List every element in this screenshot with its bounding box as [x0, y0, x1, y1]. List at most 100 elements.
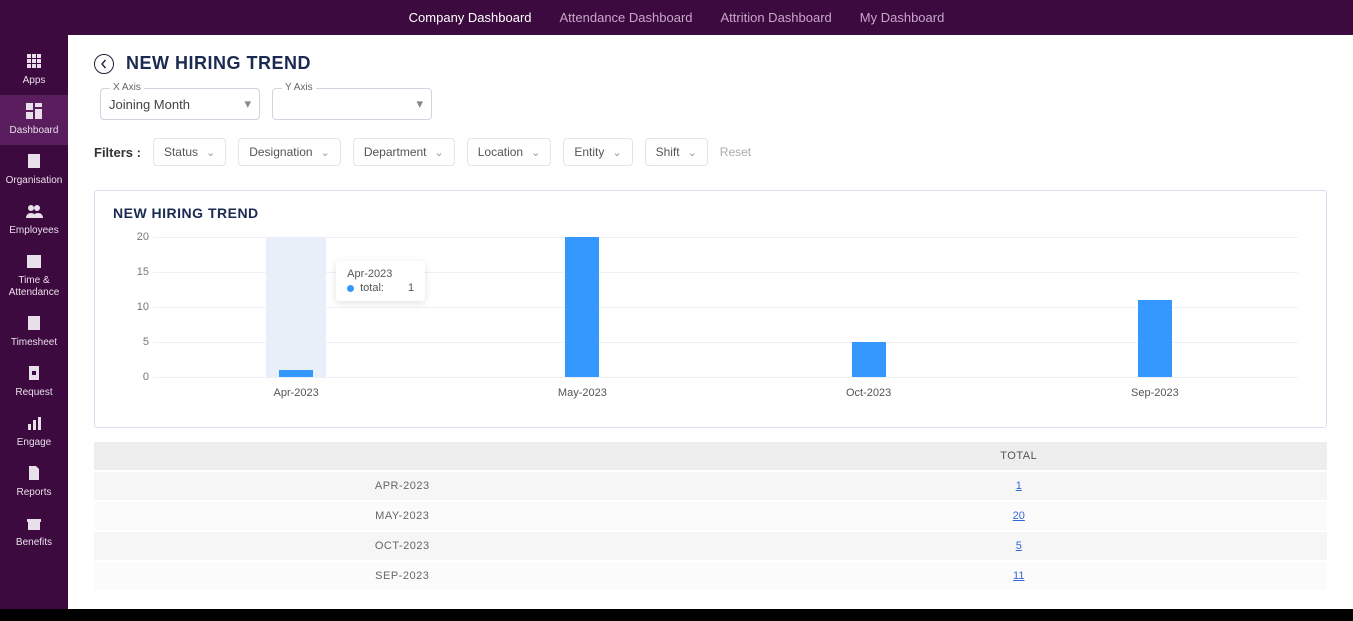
- main-content: NEW HIRING TREND X Axis Joining Month ▾ …: [68, 35, 1353, 609]
- page-header: NEW HIRING TREND: [94, 53, 1327, 74]
- data-table: TOTAL APR-2023 1 MAY-2023 20 OCT-2023 5 SEP-20…: [94, 440, 1327, 592]
- chart-tooltip: Apr-2023 total: 1: [336, 261, 425, 301]
- sidebar-item-label: Benefits: [16, 537, 52, 549]
- filter-entity[interactable]: Entity⌄: [563, 138, 632, 166]
- top-tab-attrition-dashboard[interactable]: Attrition Dashboard: [721, 10, 832, 25]
- doc-icon: [24, 363, 44, 383]
- sidebar-item-label: Reports: [16, 487, 51, 499]
- table-header-row: TOTAL: [94, 442, 1327, 470]
- people-icon: [24, 201, 44, 221]
- back-button[interactable]: [94, 54, 114, 74]
- chevron-left-icon: [99, 59, 109, 69]
- grid-icon: [24, 51, 44, 71]
- filter-label: Location: [478, 145, 523, 159]
- sidebar-item-label: Employees: [9, 225, 58, 237]
- chevron-down-icon: ⌄: [688, 146, 697, 159]
- bar[interactable]: [1138, 300, 1172, 377]
- y-axis-label: Y Axis: [282, 82, 316, 93]
- taskbar: [0, 609, 1353, 621]
- sidebar-item-request[interactable]: Request: [0, 357, 68, 407]
- bar[interactable]: [852, 342, 886, 377]
- filter-status[interactable]: Status⌄: [153, 138, 226, 166]
- table-row: SEP-2023 11: [94, 562, 1327, 590]
- table-cell-category: MAY-2023: [94, 502, 711, 530]
- table-cell-value: 20: [711, 502, 1328, 530]
- table-cell-category: OCT-2023: [94, 532, 711, 560]
- table-cell-value: 11: [711, 562, 1328, 590]
- filter-location[interactable]: Location⌄: [467, 138, 552, 166]
- filter-label: Designation: [249, 145, 312, 159]
- y-tick: 5: [125, 336, 149, 348]
- tooltip-title: Apr-2023: [347, 268, 414, 280]
- x-tick: Oct-2023: [846, 387, 891, 399]
- table-cell-value: 1: [711, 472, 1328, 500]
- page-title: NEW HIRING TREND: [126, 53, 311, 74]
- table-value-link[interactable]: 5: [1016, 540, 1022, 552]
- tooltip-value: 1: [408, 282, 414, 294]
- top-tabs: Company Dashboard Attendance Dashboard Att…: [409, 10, 945, 25]
- tooltip-series: total:: [360, 282, 384, 294]
- sidebar-item-label: Apps: [23, 75, 46, 87]
- chart: 05101520Apr-2023May-2023Oct-2023Sep-2023…: [113, 227, 1308, 407]
- sidebar-item-benefits[interactable]: Benefits: [0, 507, 68, 557]
- bar-highlight: [266, 237, 326, 377]
- sidebar-item-label: Engage: [17, 437, 51, 449]
- filter-department[interactable]: Department ⌄: [353, 138, 455, 166]
- table-cell-category: SEP-2023: [94, 562, 711, 590]
- chevron-down-icon: ⌄: [321, 146, 330, 159]
- dashboard-icon: [24, 101, 44, 121]
- y-tick: 0: [125, 371, 149, 383]
- sidebar-item-time-attendance[interactable]: Time & Attendance: [0, 245, 68, 307]
- bar[interactable]: [565, 237, 599, 377]
- gridline: [153, 377, 1298, 378]
- top-tab-company-dashboard[interactable]: Company Dashboard: [409, 10, 532, 25]
- sidebar-item-label: Organisation: [6, 175, 63, 187]
- chevron-down-icon: ⌄: [435, 146, 444, 159]
- x-axis-value: Joining Month: [109, 97, 190, 112]
- chevron-down-icon: ▾: [244, 96, 251, 112]
- table-value-link[interactable]: 11: [1013, 570, 1024, 582]
- reset-filters[interactable]: Reset: [720, 145, 751, 159]
- filter-shift[interactable]: Shift⌄: [645, 138, 708, 166]
- bars-icon: [24, 413, 44, 433]
- y-axis-field: Y Axis ▾: [272, 88, 432, 120]
- sidebar-item-reports[interactable]: Reports: [0, 457, 68, 507]
- table-row: OCT-2023 5: [94, 532, 1327, 560]
- x-tick: Apr-2023: [273, 387, 318, 399]
- top-tab-my-dashboard[interactable]: My Dashboard: [860, 10, 945, 25]
- sidebar-item-label: Request: [15, 387, 52, 399]
- table-cell-category: APR-2023: [94, 472, 711, 500]
- table-row: APR-2023 1: [94, 472, 1327, 500]
- filter-buttons: Status⌄Designation⌄Department⌄Location⌄E…: [153, 138, 708, 166]
- chart-title: NEW HIRING TREND: [113, 205, 1308, 221]
- sheet-icon: [24, 313, 44, 333]
- y-tick: 10: [125, 301, 149, 313]
- axis-controls: X Axis Joining Month ▾ Y Axis ▾: [100, 88, 1327, 120]
- org-icon: [24, 151, 44, 171]
- chart-card: NEW HIRING TREND 05101520Apr-2023May-202…: [94, 190, 1327, 428]
- table-body: APR-2023 1 MAY-2023 20 OCT-2023 5 SEP-2023 11: [94, 472, 1327, 590]
- table-value-link[interactable]: 1: [1016, 480, 1022, 492]
- filters-row: Filters : Status⌄ Designation ⌄ Department ⌄…: [94, 138, 1327, 166]
- filters-label: Filters :: [94, 145, 141, 160]
- filter-designation[interactable]: Designation ⌄: [238, 138, 341, 166]
- sidebar-item-dashboard[interactable]: Dashboard: [0, 95, 68, 145]
- top-tab-attendance-dashboard[interactable]: Attendance Dashboard: [560, 10, 693, 25]
- legend-dot-icon: [347, 285, 354, 292]
- sidebar-item-label: Dashboard: [10, 125, 59, 137]
- chevron-down-icon: ⌄: [206, 146, 215, 159]
- top-nav: Company Dashboard Attendance Dashboard Att…: [0, 0, 1353, 35]
- sidebar: Apps Dashboard Organisation Employees Time &…: [0, 35, 68, 609]
- table-header-cell: TOTAL: [711, 442, 1328, 470]
- sidebar-item-engage[interactable]: Engage: [0, 407, 68, 457]
- gift-icon: [24, 513, 44, 533]
- bar[interactable]: [279, 370, 313, 377]
- filter-label: Department: [364, 145, 427, 159]
- x-tick: May-2023: [558, 387, 607, 399]
- sidebar-item-apps[interactable]: Apps: [0, 45, 68, 95]
- y-tick: 15: [125, 266, 149, 278]
- table-value-link[interactable]: 20: [1013, 510, 1025, 522]
- sidebar-item-employees[interactable]: Employees: [0, 195, 68, 245]
- sidebar-item-organisation[interactable]: Organisation: [0, 145, 68, 195]
- sidebar-item-timesheet[interactable]: Timesheet: [0, 307, 68, 357]
